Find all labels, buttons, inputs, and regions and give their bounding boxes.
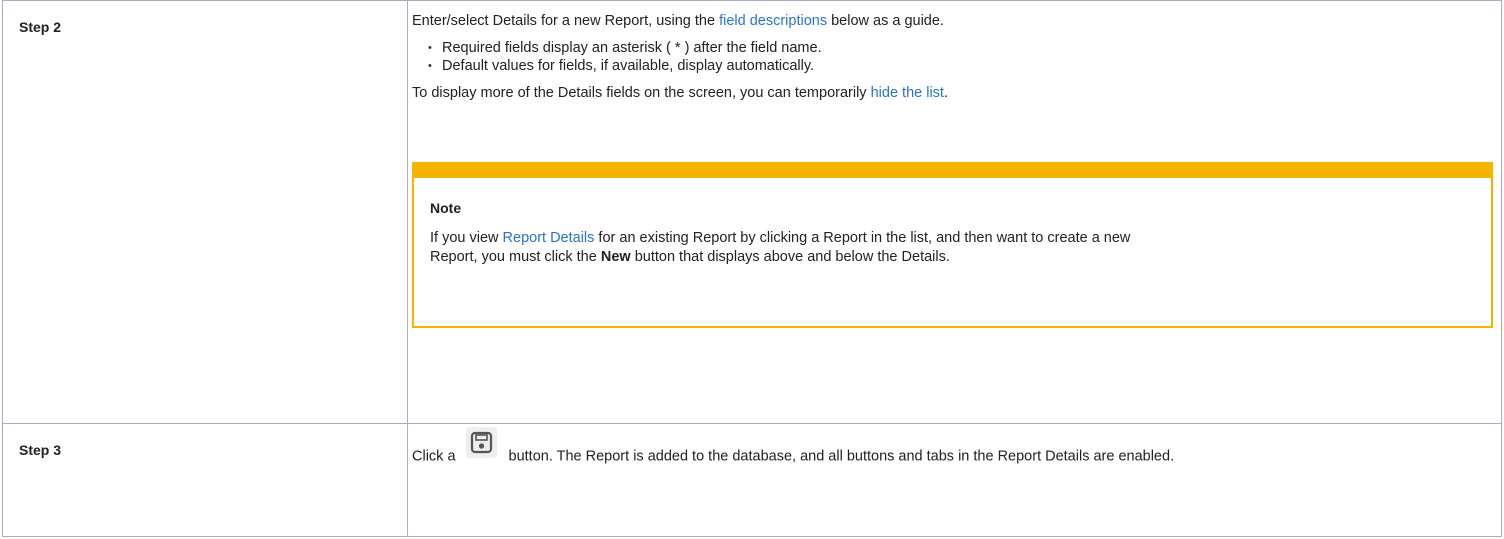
intro-text-end: below as a guide. [827,13,944,29]
step-label-cell: Step 3 [2,423,408,537]
step-content: Click a button. The Report is added to th… [408,424,1501,472]
click-text: Click a [412,448,456,465]
hide-list-text: To display more of the Details fields on… [412,85,871,101]
note-text-end: button that displays above and below the… [630,249,950,265]
step-content-cell: Enter/select Details for a new Report, u… [407,0,1502,424]
note-box: Note If you view Report Details for an e… [412,162,1493,328]
new-button-name: New [600,249,631,265]
hide-the-list-link[interactable]: hide the list [871,85,944,101]
step3-paragraph: Click a button. The Report is added to th… [412,424,1493,472]
note-body: If you view Report Details for an existi… [430,229,1140,267]
list-item: Default values for fields, if available,… [428,57,1493,75]
save-icon [465,427,497,458]
step3-text: button. The Report is added to the datab… [508,448,1175,465]
steps-table: Step 2 Enter/select Details for a new Re… [2,0,1502,537]
intro-text: Enter/select Details for a new Report, u… [412,13,720,29]
bullet-list: Required fields display an asterisk ( * … [412,39,1493,75]
step-content-cell: Click a button. The Report is added to th… [407,423,1502,537]
step-label: Step 3 [19,442,62,458]
hide-list-text-end: . [943,85,948,101]
note-text: If you view [430,230,503,246]
step-content: Enter/select Details for a new Report, u… [408,1,1501,328]
step-row: Step 2 Enter/select Details for a new Re… [2,0,1502,424]
hide-list-paragraph: To display more of the Details fields on… [412,84,1493,102]
step-row: Step 3 Click a button. The Report is adde… [2,423,1502,537]
step-label: Step 2 [19,19,62,35]
list-item: Required fields display an asterisk ( * … [428,39,1493,57]
intro-paragraph: Enter/select Details for a new Report, u… [412,1,1493,30]
field-descriptions-link[interactable]: field descriptions [719,13,827,29]
report-details-link[interactable]: Report Details [503,230,595,246]
step-label-cell: Step 2 [2,0,408,424]
note-title: Note [430,200,462,216]
